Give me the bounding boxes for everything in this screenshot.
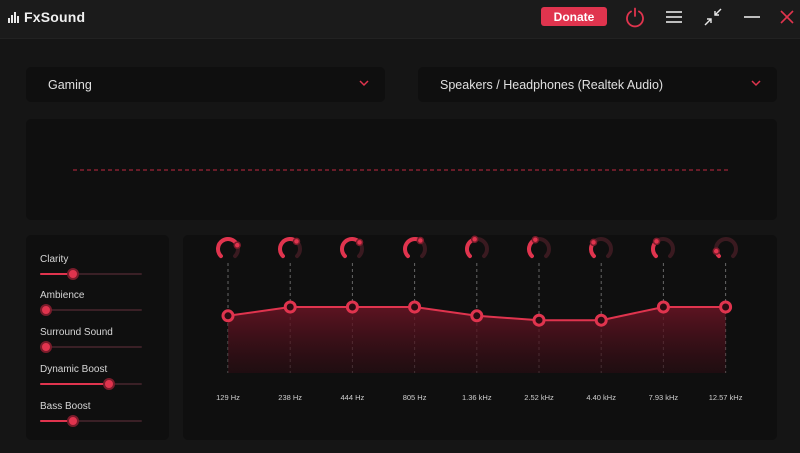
effect-bass-boost: Bass Boost (40, 401, 158, 427)
bass-boost-slider[interactable] (40, 415, 142, 427)
bass-boost-slider-handle[interactable] (67, 415, 79, 427)
app-name: FxSound (24, 9, 86, 25)
eq-band-label: 12.57 kHz (708, 393, 743, 402)
preset-dropdown[interactable]: Gaming (26, 67, 385, 102)
effect-label: Bass Boost (40, 401, 91, 412)
eq-band-handle[interactable] (408, 300, 422, 314)
dynamic-boost-slider[interactable] (40, 378, 142, 390)
app-logo: FxSound (8, 8, 85, 26)
preset-selected: Gaming (48, 77, 92, 92)
effect-surround-sound: Surround Sound (40, 327, 158, 353)
output-device-selected: Speakers / Headphones (Realtek Audio) (440, 77, 664, 92)
minimize-view-icon[interactable] (701, 5, 725, 29)
effect-label: Surround Sound (40, 327, 113, 338)
title-bar: FxSound Donate (0, 0, 800, 39)
eq-band-handle[interactable] (345, 300, 359, 314)
effect-dynamic-boost: Dynamic Boost (40, 364, 158, 390)
eq-band-handle[interactable] (656, 300, 670, 314)
effect-label: Ambience (40, 290, 85, 301)
eq-band-handle[interactable] (221, 309, 235, 323)
eq-band-label: 4.40 kHz (586, 393, 616, 402)
eq-band-label: 444 Hz (340, 393, 365, 402)
eq-band-knob[interactable] (214, 235, 242, 263)
surround-sound-slider[interactable] (40, 341, 142, 353)
eq-band-knob[interactable] (525, 235, 553, 263)
eq-band-knob[interactable] (649, 235, 677, 263)
clarity-slider-handle[interactable] (67, 268, 79, 280)
ambience-slider[interactable] (40, 304, 142, 316)
eq-band-knob[interactable] (587, 235, 615, 263)
menu-icon[interactable] (662, 5, 686, 29)
effect-clarity: Clarity (40, 254, 158, 280)
minimize-icon[interactable] (740, 5, 764, 29)
dynamic-boost-slider-handle[interactable] (103, 378, 115, 390)
effect-ambience: Ambience (40, 290, 158, 316)
eq-band-handle[interactable] (283, 300, 297, 314)
eq-band-knob[interactable] (401, 235, 429, 263)
eq-band-handle[interactable] (719, 300, 733, 314)
effects-panel: Clarity Ambience Surround Sound Dynamic … (26, 235, 169, 440)
eq-band-handle[interactable] (470, 309, 484, 323)
eq-band-handle[interactable] (532, 313, 546, 327)
output-device-dropdown[interactable]: Speakers / Headphones (Realtek Audio) (418, 67, 777, 102)
close-icon[interactable] (775, 5, 799, 29)
surround-sound-slider-handle[interactable] (40, 341, 52, 353)
eq-band-label: 805 Hz (402, 393, 427, 402)
chevron-down-icon (751, 80, 761, 87)
eq-band-knob[interactable] (338, 235, 366, 263)
power-icon[interactable] (623, 5, 647, 29)
eq-band-knob[interactable] (463, 235, 491, 263)
effect-label: Clarity (40, 254, 69, 265)
logo-icon (8, 11, 20, 23)
eq-band-label: 129 Hz (216, 393, 240, 402)
eq-band-label: 2.52 kHz (524, 393, 554, 402)
ambience-slider-handle[interactable] (40, 304, 52, 316)
equalizer-panel: 129 Hz 238 Hz 444 Hz 805 Hz 1.36 kHz 2.52 kHz… (183, 235, 777, 440)
eq-band-knob[interactable] (712, 235, 740, 263)
effect-label: Dynamic Boost (40, 364, 108, 375)
eq-band-label: 1.36 kHz (461, 393, 492, 402)
clarity-slider[interactable] (40, 268, 142, 280)
chevron-down-icon (359, 80, 369, 87)
eq-band-label: 7.93 kHz (648, 393, 679, 402)
equalizer-graph[interactable] (183, 235, 777, 440)
eq-band-handle[interactable] (594, 313, 608, 327)
eq-band-knob[interactable] (276, 235, 304, 263)
spectrum-visualizer (26, 119, 777, 220)
donate-button[interactable]: Donate (541, 7, 607, 26)
eq-band-label: 238 Hz (278, 393, 303, 402)
